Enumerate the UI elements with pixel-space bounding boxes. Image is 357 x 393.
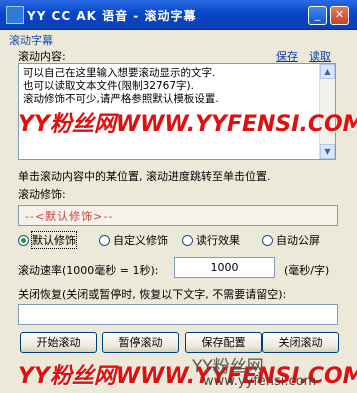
save-config-button[interactable]: 保存配置 (185, 332, 262, 353)
radio-label: 默认修饰 (31, 231, 77, 249)
scroll-up-icon[interactable]: ▲ (320, 64, 335, 79)
speed-input[interactable]: 1000 (174, 257, 275, 278)
radio-group: 默认修饰 自定义修饰 读行效果 自动公屏 (18, 231, 340, 250)
radio-custom-decoration[interactable]: 自定义修饰 (99, 232, 168, 248)
close-scroll-button[interactable]: 关闭滚动 (262, 332, 339, 353)
radio-label: 自定义修饰 (113, 234, 168, 247)
decoration-label: 滚动修饰: (18, 188, 66, 201)
section-title: 滚动字幕 (9, 34, 53, 47)
hint-text: 单击滚动内容中的某位置, 滚动进度跳转至单击位置. (18, 170, 271, 183)
radio-icon[interactable] (262, 234, 273, 246)
decoration-field[interactable]: --<默认修饰>-- (18, 205, 338, 226)
read-link[interactable]: 读取 (309, 48, 331, 64)
radio-default-decoration[interactable]: 默认修饰 (18, 231, 77, 249)
title-bar[interactable]: YY CC AK 语音 - 滚动字幕 _ ✕ (0, 0, 357, 30)
pause-scroll-button[interactable]: 暂停滚动 (102, 332, 179, 353)
radio-icon[interactable] (99, 234, 110, 246)
radio-read-line[interactable]: 读行效果 (182, 232, 240, 248)
content-line: 可以自己在这里输入想要滚动显示的文字. (23, 67, 216, 79)
close-restore-input[interactable] (18, 304, 338, 325)
window-title: YY CC AK 语音 - 滚动字幕 (27, 9, 197, 23)
watermark-url: www.yyfensi.com (203, 374, 317, 389)
close-restore-label: 关闭恢复(关闭或暂停时, 恢复以下文字, 不需要请留空): (18, 288, 287, 301)
minimize-button[interactable]: _ (308, 6, 327, 25)
content-line: 滚动修饰不可少,请严格参照默认模板设置. (23, 93, 219, 105)
content-label: 滚动内容: (18, 50, 66, 63)
content-line: 也可以读取文本文件(限制32767字). (23, 80, 194, 92)
speed-label: 滚动速率(1000毫秒 = 1秒): (18, 264, 159, 277)
save-link[interactable]: 保存 (276, 48, 298, 64)
radio-checked-icon[interactable] (18, 234, 29, 246)
close-window-button[interactable]: ✕ (330, 6, 349, 25)
app-icon (6, 6, 24, 24)
radio-icon[interactable] (182, 234, 193, 246)
radio-label: 读行效果 (196, 234, 240, 247)
radio-label: 自动公屏 (276, 234, 320, 247)
app-window: YY CC AK 语音 - 滚动字幕 _ ✕ 滚动字幕 滚动内容: 保存 读取 … (0, 0, 357, 393)
speed-unit: (毫秒/字) (284, 264, 330, 277)
watermark-red: YY粉丝网WWW.YYFENSI.COM (18, 112, 357, 137)
scroll-down-icon[interactable]: ▼ (320, 144, 335, 159)
start-scroll-button[interactable]: 开始滚动 (20, 332, 97, 353)
radio-auto-public[interactable]: 自动公屏 (262, 232, 320, 248)
